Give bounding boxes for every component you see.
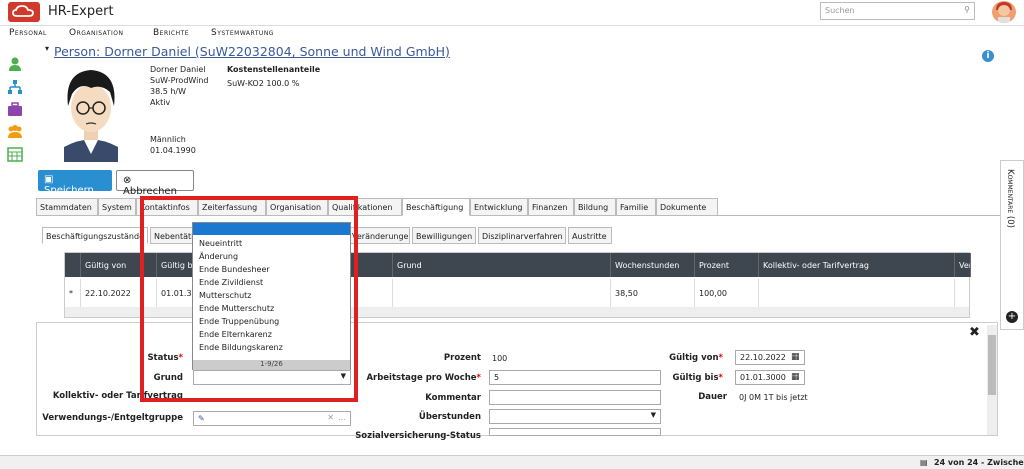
prozent-value: 100	[492, 354, 508, 363]
verwendung-select[interactable]: ✎ ✕ …	[193, 411, 351, 426]
calendar-bis-icon[interactable]: ▦	[791, 372, 800, 382]
gueltig-von-label: Gültig von*	[669, 353, 723, 363]
arbeitstage-label: Arbeitstage pro Woche*	[366, 373, 481, 383]
person-status: Aktiv	[150, 98, 171, 107]
verwendung-label: Verwendungs-/Entgeltgruppe	[42, 413, 183, 423]
briefcase-icon[interactable]	[7, 101, 23, 117]
app-title: HR-Expert	[48, 4, 114, 19]
arbeitstage-input[interactable]: 5	[489, 370, 661, 385]
calendar-von-icon[interactable]: ▦	[791, 352, 800, 362]
org-chart-icon[interactable]	[7, 79, 23, 95]
clear-icon[interactable]: ✕	[327, 413, 334, 422]
tab-finanzen[interactable]: Finanzen	[528, 198, 574, 216]
sozial-label: Sozialversicherung-Status	[355, 431, 481, 441]
ueberstunden-arrow-icon: ▼	[650, 411, 656, 419]
save-button[interactable]: ▣ Speichern	[38, 170, 112, 196]
tab-stammdaten[interactable]: Stammdaten	[36, 198, 98, 216]
person-company: SuW-ProdWind	[150, 76, 209, 85]
person-name: Dorner Daniel	[150, 65, 206, 74]
close-icon[interactable]: ✖	[969, 325, 980, 340]
wand-icon: ✎	[198, 414, 205, 423]
person-photo	[46, 62, 136, 162]
subtab-disziplinarverfahren[interactable]: Disziplinarverfahren	[478, 227, 566, 244]
search-placeholder: Suchen	[825, 6, 855, 15]
clipboard-icon: ▤	[920, 458, 928, 467]
comments-panel[interactable]: Kommentare (0) +	[1000, 160, 1024, 330]
dauer-value: 0J 0M 1T bis jetzt	[739, 393, 808, 402]
person-icon[interactable]	[7, 56, 23, 72]
ueberstunden-label: Überstunden	[418, 412, 481, 422]
comments-label: Kommentare (0)	[1005, 169, 1015, 228]
menu-organisation[interactable]: Organisation	[69, 28, 123, 38]
tab-beschaeftigung[interactable]: Beschäftigung	[402, 198, 470, 216]
search-input[interactable]: Suchen ⚲	[820, 2, 975, 20]
ueberstunden-select[interactable]: ▼	[489, 409, 661, 424]
more-icon[interactable]: …	[338, 413, 346, 422]
highlight-box	[140, 196, 358, 402]
kommentar-label: Kommentar	[425, 393, 481, 403]
menu-berichte[interactable]: Berichte	[153, 28, 189, 38]
tab-familie[interactable]: Familie	[616, 198, 656, 216]
status-bar: ▤ 24 von 24 - Zwischenabla	[0, 455, 1024, 469]
cancel-button[interactable]: ⊗ Abbrechen	[116, 170, 194, 197]
grid-header-grund[interactable]: Grund	[393, 253, 611, 277]
main-menu: Personal Organisation Berichte Systemwar…	[0, 28, 1024, 42]
grid-header-marker	[65, 253, 81, 277]
cancel-icon: ⊗	[123, 175, 132, 186]
menu-systemwartung[interactable]: Systemwartung	[211, 28, 274, 38]
kommentar-input[interactable]	[489, 390, 661, 405]
cell-prozent: 100,00	[695, 279, 759, 307]
collapse-caret-icon[interactable]: ▾	[45, 44, 49, 53]
grid-header-prozent[interactable]: Prozent	[695, 253, 759, 277]
grid-header-wochenstunden[interactable]: Wochenstunden	[611, 253, 695, 277]
person-date: 01.04.1990	[150, 146, 196, 155]
cost-value: SuW-KO2 100.0 %	[227, 79, 300, 88]
save-icon: ▣	[44, 174, 54, 185]
cost-heading: Kostenstellenanteile	[227, 65, 321, 74]
group-icon[interactable]	[7, 123, 23, 139]
tab-system[interactable]: System	[98, 198, 136, 216]
add-comment-icon[interactable]: +	[1006, 311, 1018, 323]
person-title-link[interactable]: Person: Dorner Daniel (SuW22032804, Sonn…	[54, 44, 450, 59]
grid-header-ver[interactable]: Ver	[955, 253, 971, 277]
calendar-icon[interactable]	[7, 146, 23, 162]
cell-grund	[393, 279, 611, 307]
grid-header-kollektiv[interactable]: Kollektiv- oder Tarifvertrag	[759, 253, 955, 277]
cloud-logo-icon	[8, 2, 40, 22]
user-avatar[interactable]	[992, 1, 1016, 23]
menu-personal[interactable]: Personal	[9, 28, 47, 38]
clipboard-status: 24 von 24 - Zwischenabla	[934, 458, 1024, 467]
save-label: Speichern	[44, 185, 94, 196]
cell-wochenstunden: 38,50	[611, 279, 695, 307]
tab-entwicklung[interactable]: Entwicklung	[470, 198, 528, 216]
info-icon[interactable]: i	[982, 50, 994, 62]
prozent-label: Prozent	[443, 353, 481, 363]
person-hours: 38.5 h/W	[150, 87, 187, 96]
top-bar: HR-Expert Suchen ⚲	[0, 0, 1024, 26]
search-icon[interactable]: ⚲	[964, 5, 970, 14]
gueltig-bis-label: Gültig bis*	[672, 373, 723, 383]
dauer-label: Dauer	[698, 392, 727, 402]
subtab-bewilligungen[interactable]: Bewilligungen	[412, 227, 476, 244]
cell-kollektiv	[759, 279, 955, 307]
scroll-thumb[interactable]	[988, 335, 996, 395]
subtab-zustaende[interactable]: Beschäftigungszustände	[42, 227, 148, 244]
tab-bildung[interactable]: Bildung	[574, 198, 616, 216]
subtab-austritte[interactable]: Austritte	[568, 227, 612, 244]
sozial-select[interactable]	[489, 428, 661, 436]
left-nav	[0, 44, 30, 464]
row-marker: *	[65, 279, 81, 307]
form-vscrollbar[interactable]	[987, 325, 997, 435]
tab-dokumente[interactable]: Dokumente	[656, 198, 718, 216]
person-gender: Männlich	[150, 135, 186, 144]
